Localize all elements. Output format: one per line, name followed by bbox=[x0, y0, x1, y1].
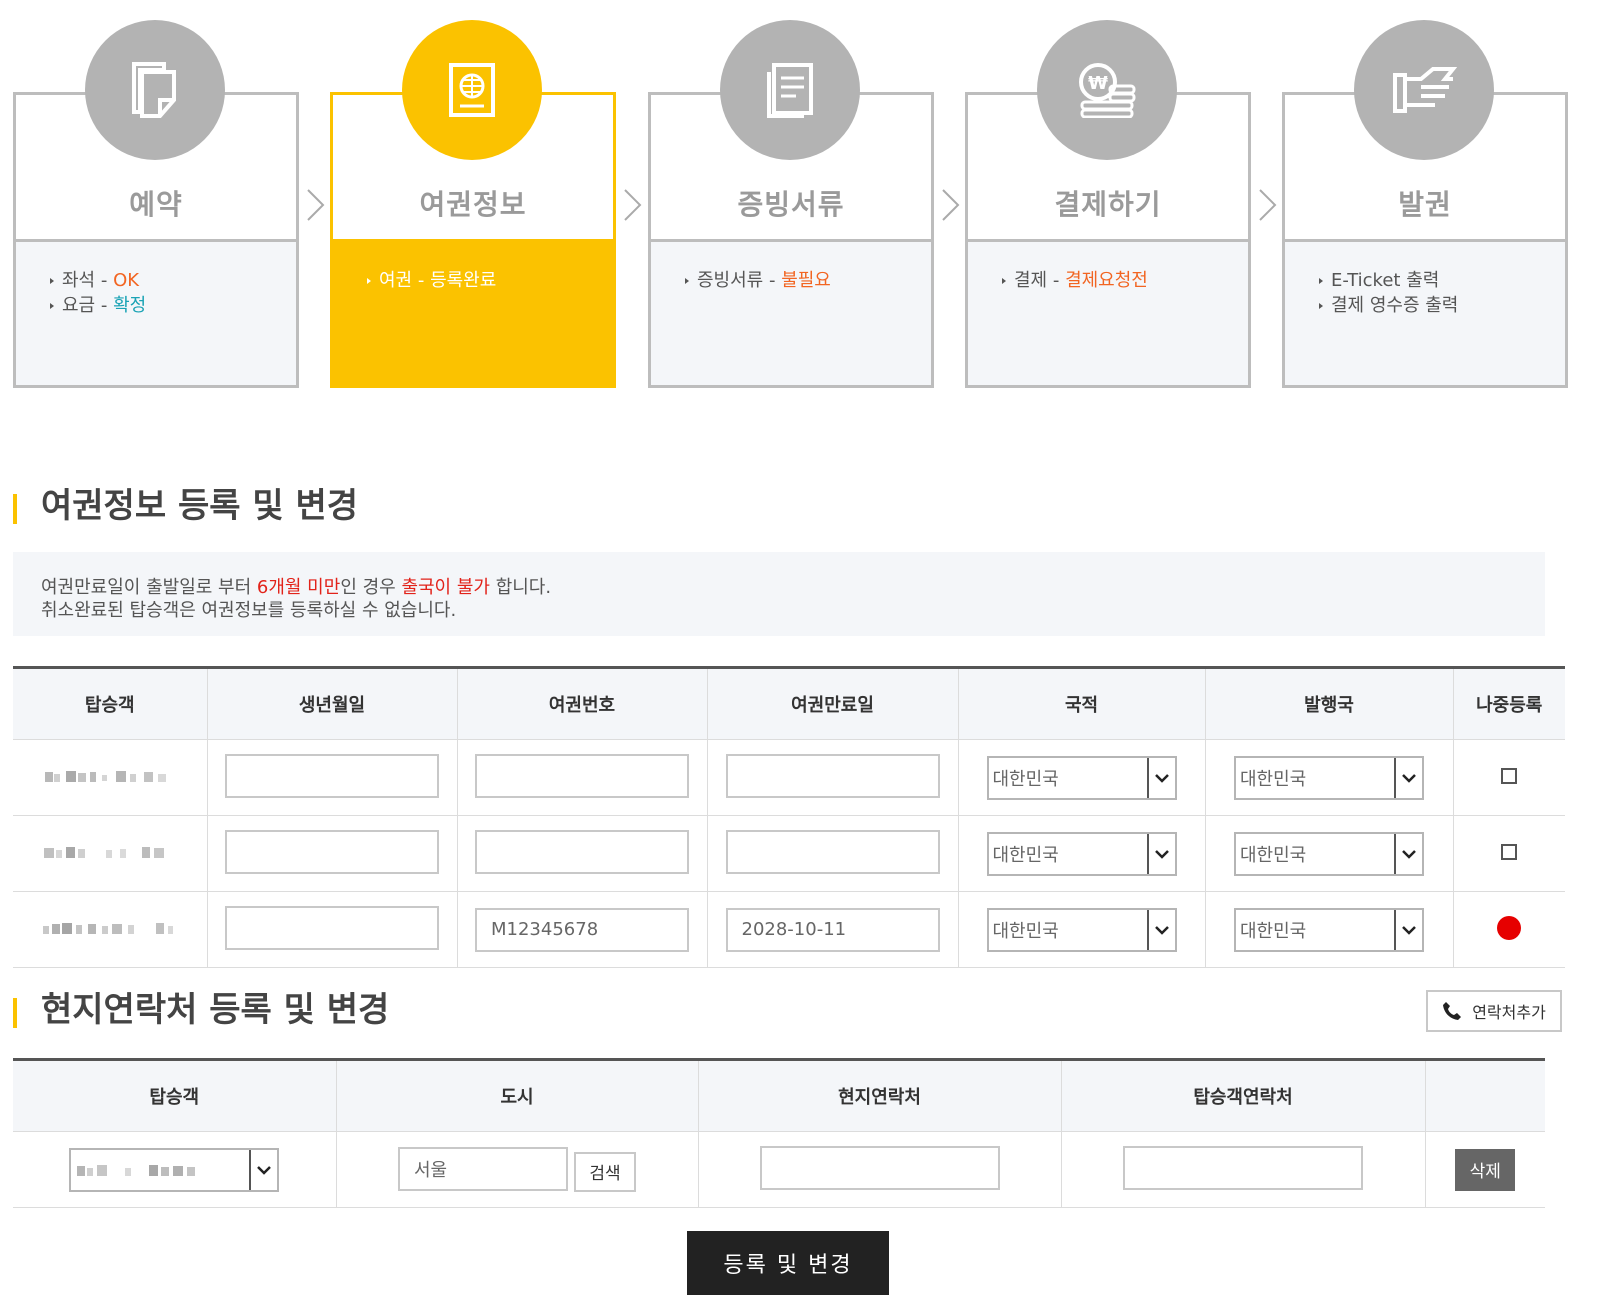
col-local-contact: 현지연락처 bbox=[697, 1059, 1061, 1132]
col-passenger: 탑승객 bbox=[13, 1059, 336, 1132]
step-title: 발권 bbox=[1398, 188, 1452, 221]
chevron-right-icon bbox=[307, 189, 325, 221]
ticket-hand-icon bbox=[1354, 20, 1494, 160]
table-header-row: 탑승객 생년월일 여권번호 여권만료일 국적 발행국 나중등록 bbox=[13, 667, 1565, 740]
table-row: M12345678 2028-10-11 대한민국 대한민국 bbox=[13, 891, 1565, 968]
col-issuing-country: 발행국 bbox=[1204, 667, 1453, 740]
passenger-name-blurred bbox=[44, 770, 166, 782]
passport-expiry-input[interactable]: 2028-10-11 bbox=[725, 907, 940, 952]
birthdate-input[interactable] bbox=[225, 905, 439, 950]
register-later-checkbox[interactable] bbox=[1501, 843, 1518, 860]
passport-number-input[interactable] bbox=[475, 829, 689, 874]
step-ticketing: 발권 E-Ticket 출력 결제 영수증 출력 bbox=[1282, 20, 1568, 388]
chevron-right-icon bbox=[1259, 189, 1277, 221]
papers-icon bbox=[720, 20, 860, 160]
chevron-down-icon bbox=[1394, 833, 1422, 874]
issuing-country-select[interactable]: 대한민국 bbox=[1234, 907, 1424, 952]
issuing-country-select[interactable]: 대한민국 bbox=[1234, 755, 1424, 800]
step-status-line: E-Ticket 출력 bbox=[1319, 268, 1565, 293]
step-title: 증빙서류 bbox=[737, 188, 845, 221]
step-status-line: 결제 - 결제요청전 bbox=[1002, 268, 1248, 293]
contact-section-title: 현지연락처 등록 및 변경 bbox=[13, 990, 389, 1030]
step-status-line: 좌석 - OK bbox=[50, 268, 296, 293]
table-row: 대한민국 대한민국 bbox=[13, 739, 1565, 816]
chevron-down-icon bbox=[1394, 757, 1422, 798]
add-contact-button[interactable]: 연락처추가 bbox=[1426, 990, 1562, 1032]
table-row: 서울 검색 삭제 bbox=[13, 1131, 1545, 1208]
passenger-name-blurred bbox=[77, 1164, 196, 1176]
passport-expiry-input[interactable] bbox=[725, 753, 940, 798]
step-passport-info: 여권정보 여권 - 등록완료 bbox=[330, 20, 616, 388]
table-row: 대한민국 대한민국 bbox=[13, 815, 1565, 892]
passport-notice: 여권만료일이 출발일로 부터 6개월 미만인 경우 출국이 불가 합니다. 취소… bbox=[13, 552, 1545, 636]
col-actions bbox=[1424, 1059, 1545, 1132]
local-contact-input[interactable] bbox=[759, 1145, 1000, 1190]
col-nationality: 국적 bbox=[957, 667, 1205, 740]
document-icon bbox=[85, 20, 225, 160]
col-city: 도시 bbox=[335, 1059, 698, 1132]
chevron-down-icon bbox=[1146, 757, 1175, 798]
chevron-down-icon bbox=[1146, 909, 1175, 950]
birthdate-input[interactable] bbox=[225, 829, 439, 874]
chevron-right-icon bbox=[624, 189, 642, 221]
passenger-contact-input[interactable] bbox=[1123, 1145, 1363, 1190]
registered-indicator-dot bbox=[1497, 915, 1522, 940]
col-birthdate: 생년월일 bbox=[206, 667, 457, 740]
birthdate-input[interactable] bbox=[225, 753, 439, 798]
step-status-line: 여권 - 등록완료 bbox=[367, 268, 613, 293]
passenger-name-blurred bbox=[42, 922, 173, 934]
delete-contact-button[interactable]: 삭제 bbox=[1455, 1148, 1516, 1191]
nationality-select[interactable]: 대한민국 bbox=[986, 907, 1177, 952]
phone-icon bbox=[1443, 1002, 1462, 1020]
step-documents: 증빙서류 증빙서류 - 불필요 bbox=[648, 20, 934, 388]
step-status-line: 증빙서류 - 불필요 bbox=[685, 268, 931, 293]
passport-section-title: 여권정보 등록 및 변경 bbox=[13, 486, 358, 526]
issuing-country-select[interactable]: 대한민국 bbox=[1234, 831, 1424, 876]
svg-text:₩: ₩ bbox=[1088, 73, 1108, 94]
chevron-down-icon bbox=[1394, 909, 1422, 950]
col-passport-expiry: 여권만료일 bbox=[706, 667, 958, 740]
step-reservation: 예약 좌석 - OK 요금 - 확정 bbox=[13, 20, 299, 388]
nationality-select[interactable]: 대한민국 bbox=[986, 831, 1177, 876]
passenger-name-blurred bbox=[43, 846, 164, 858]
col-passenger-contact: 탑승객연락처 bbox=[1060, 1059, 1425, 1132]
step-status-line: 결제 영수증 출력 bbox=[1319, 293, 1565, 318]
nationality-select[interactable]: 대한민국 bbox=[986, 755, 1177, 800]
table-header-row: 탑승객 도시 현지연락처 탑승객연락처 bbox=[13, 1059, 1545, 1132]
passport-expiry-input[interactable] bbox=[725, 829, 940, 874]
register-change-button[interactable]: 등록 및 변경 bbox=[687, 1231, 889, 1295]
city-search-button[interactable]: 검색 bbox=[574, 1151, 636, 1192]
col-passport-number: 여권번호 bbox=[456, 667, 707, 740]
contact-passenger-select[interactable] bbox=[69, 1147, 280, 1192]
passport-number-input[interactable]: M12345678 bbox=[475, 907, 689, 952]
won-coins-icon: ₩ bbox=[1037, 20, 1177, 160]
col-register-later: 나중등록 bbox=[1452, 667, 1565, 740]
step-status-line: 요금 - 확정 bbox=[50, 293, 296, 318]
col-passenger: 탑승객 bbox=[13, 667, 207, 740]
register-later-checkbox[interactable] bbox=[1501, 767, 1518, 784]
passport-number-input[interactable] bbox=[475, 753, 689, 798]
chevron-right-icon bbox=[942, 189, 960, 221]
chevron-down-icon bbox=[1146, 833, 1175, 874]
step-title: 예약 bbox=[129, 188, 183, 221]
step-progress: 예약 좌석 - OK 요금 - 확정 여권정보 여권 - 등록완료 증빙서류 증… bbox=[0, 0, 1600, 400]
passport-table: 탑승객 생년월일 여권번호 여권만료일 국적 발행국 나중등록 대한민국 대한민… bbox=[13, 666, 1565, 968]
step-payment: 결제하기 ₩ 결제 - 결제요청전 bbox=[965, 20, 1251, 388]
step-title: 여권정보 bbox=[419, 188, 527, 221]
contact-table: 탑승객 도시 현지연락처 탑승객연락처 서울 검색 삭제 bbox=[13, 1058, 1545, 1208]
step-title: 결제하기 bbox=[1054, 188, 1162, 221]
chevron-down-icon bbox=[249, 1149, 278, 1190]
passport-icon bbox=[402, 20, 542, 160]
city-input[interactable]: 서울 bbox=[398, 1147, 568, 1192]
